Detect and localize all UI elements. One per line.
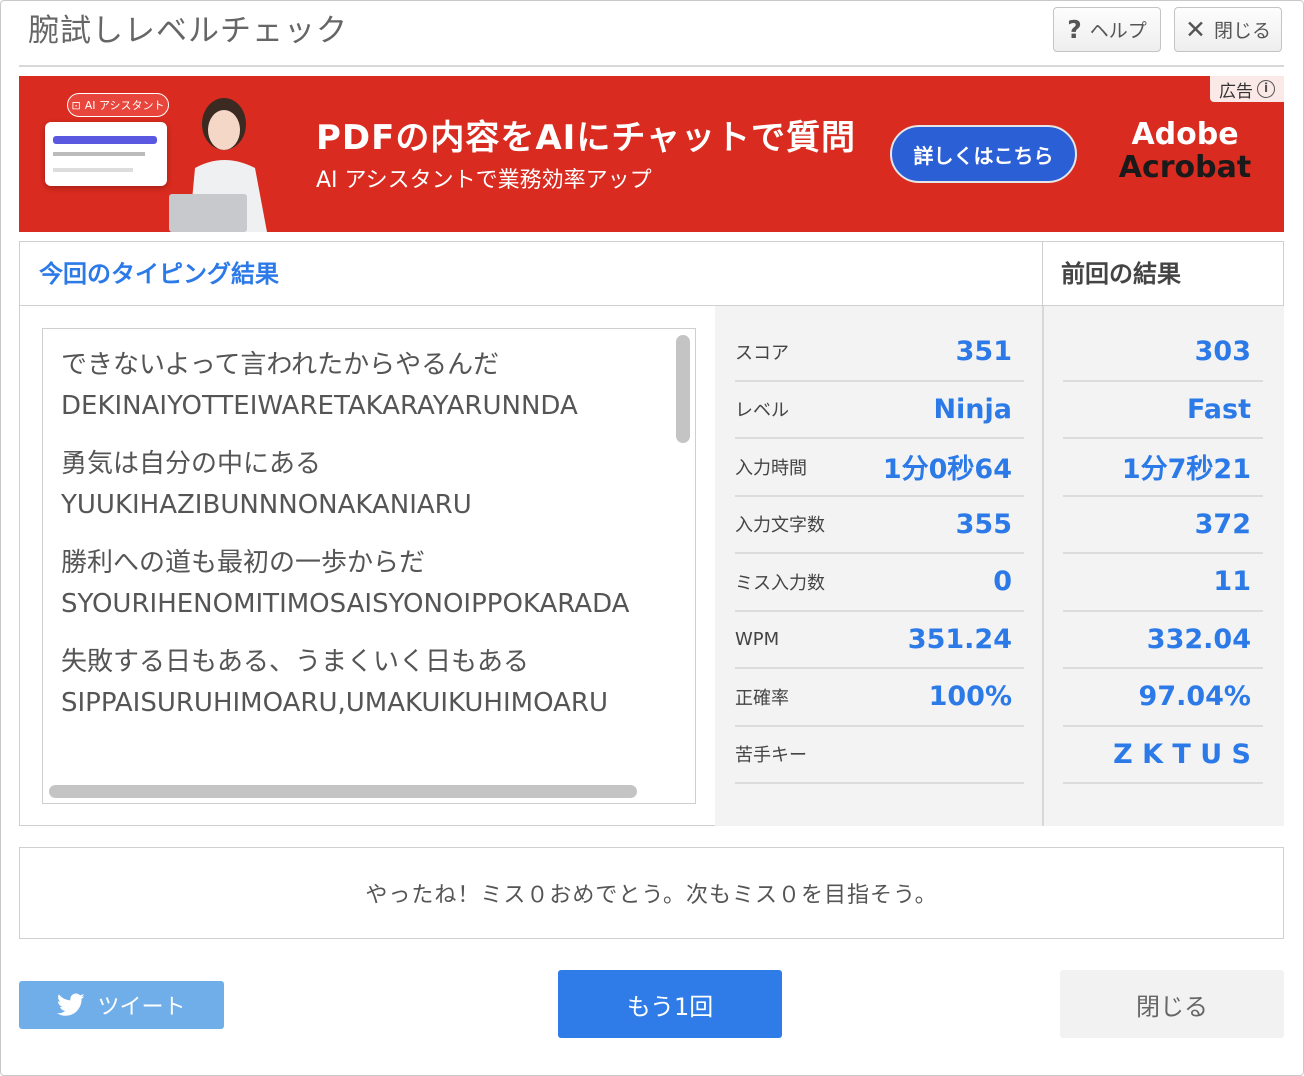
results-panel: 今回のタイピング結果 前回の結果 できないよって言われたからやるんだ DEKINA… (19, 241, 1284, 826)
help-label: ヘルプ (1089, 20, 1147, 42)
stat-row: スコア 351 (735, 324, 1024, 382)
ad-subline: AI アシスタントで業務効率アップ (316, 168, 652, 193)
ai-assistant-icon: ⊡ (71, 98, 81, 112)
log-content: できないよって言われたからやるんだ DEKINAIYOTTEIWARETAKARA… (61, 345, 671, 741)
log-entry: 勇気は自分の中にある YUUKIHAZIBUNNNONAKANIARU (61, 444, 671, 526)
stat-label: スコア (735, 342, 789, 364)
stat-previous-value: 332.04 (1146, 623, 1251, 655)
previous-stat-row: 11 (1063, 554, 1263, 612)
tweet-button[interactable]: ツイート (19, 981, 224, 1029)
typed-text-log[interactable]: できないよって言われたからやるんだ DEKINAIYOTTEIWARETAKARA… (42, 328, 696, 804)
twitter-bird-icon (57, 993, 86, 1016)
previous-result-heading: 前回の結果 (1043, 242, 1283, 306)
stat-label: レベル (735, 400, 789, 422)
help-button[interactable]: ? ヘルプ (1053, 7, 1161, 52)
stat-row: WPM 351.24 (735, 612, 1024, 669)
log-entry-romaji: SIPPAISURUHIMOARU,UMAKUIKUHIMOARU (61, 688, 608, 718)
footer-close-button[interactable]: 閉じる (1060, 970, 1284, 1038)
previous-stat-row: Z K T U S (1063, 727, 1263, 784)
stat-row: ミス入力数 0 (735, 554, 1024, 612)
stat-row: レベル Ninja (735, 382, 1024, 439)
stat-label: 入力文字数 (735, 515, 825, 537)
log-entry-japanese: 勝利への道も最初の一歩からだ (61, 548, 426, 578)
stat-label: ミス入力数 (735, 572, 825, 594)
stat-label: 入力時間 (735, 457, 807, 479)
previous-stats-table: 303 Fast 1分7秒21 372 11 332.04 97.04% Z K T U S (1063, 324, 1263, 784)
stat-current-value: 351.24 (907, 623, 1012, 655)
stat-row: 入力文字数 355 (735, 497, 1024, 554)
log-entry-romaji: SYOURIHENOMITIMOSAISYONOIPPOKARADA (61, 589, 630, 619)
previous-stat-row: Fast (1063, 382, 1263, 439)
ad-headline: PDFの内容をAIにチャットで質問 (316, 118, 856, 158)
stat-current-value: Ninja (933, 393, 1012, 425)
dialog-title: 腕試しレベルチェック (28, 13, 348, 49)
stat-row: 入力時間 1分0秒64 (735, 439, 1024, 497)
log-entry-japanese: 勇気は自分の中にある (61, 449, 322, 479)
stat-previous-value: 11 (1213, 566, 1251, 598)
stat-row: 苦手キー (735, 727, 1024, 784)
question-icon: ? (1067, 15, 1082, 44)
stat-label: 苦手キー (735, 745, 807, 767)
log-entry: 失敗する日もある、うまくいく日もある SIPPAISURUHIMOARU,UMAK… (61, 642, 671, 724)
current-result-heading: 今回のタイピング結果 (20, 242, 1043, 306)
stat-previous-value: Fast (1186, 393, 1251, 425)
stat-previous-value: Z K T U S (1113, 738, 1251, 770)
previous-stat-row: 97.04% (1063, 669, 1263, 727)
ad-cta-button[interactable]: 詳しくはこちら (890, 125, 1077, 183)
result-message: やったね！ミス０おめでとう。次もミス０を目指そう。 (19, 847, 1284, 939)
ad-banner[interactable]: ⊡ AI アシスタント PDFの内容をAIにチャットで質問 AI アシスタントで… (19, 76, 1284, 232)
stat-previous-value: 372 (1194, 508, 1251, 540)
header-close-label: 閉じる (1213, 20, 1271, 42)
log-entry-romaji: DEKINAIYOTTEIWARETAKARAYARUNNDA (61, 391, 578, 421)
stat-current-value: 355 (955, 508, 1012, 540)
ad-label[interactable]: 広告 i (1210, 76, 1284, 102)
previous-stat-row: 372 (1063, 497, 1263, 554)
header-divider (19, 65, 1284, 67)
stat-current-value: 100% (928, 681, 1012, 713)
log-entry: できないよって言われたからやるんだ DEKINAIYOTTEIWARETAKARA… (61, 345, 671, 427)
stat-row: 正確率 100% (735, 669, 1024, 727)
previous-stat-row: 332.04 (1063, 612, 1263, 669)
stat-previous-value: 97.04% (1138, 681, 1251, 713)
adobe-acrobat-logo: Adobe Acrobat (1118, 117, 1252, 185)
stat-previous-value: 1分7秒21 (1121, 454, 1251, 486)
stats-divider (1042, 306, 1044, 826)
vertical-scrollbar[interactable] (676, 335, 690, 443)
log-entry-japanese: できないよって言われたからやるんだ (61, 350, 500, 380)
retry-button[interactable]: もう1回 (558, 970, 782, 1038)
info-icon: i (1257, 80, 1275, 98)
woman-with-laptop-illustration (169, 98, 267, 232)
stat-label: WPM (735, 628, 780, 650)
stat-previous-value: 303 (1194, 336, 1251, 368)
log-entry: 勝利への道も最初の一歩からだ SYOURIHENOMITIMOSAISYONOIP… (61, 543, 671, 625)
log-entry-romaji: YUUKIHAZIBUNNNONAKANIARU (61, 490, 472, 520)
ad-chat-card (45, 122, 167, 186)
previous-stat-row: 303 (1063, 324, 1263, 382)
header-close-button[interactable]: ✕ 閉じる (1174, 7, 1282, 52)
previous-stat-row: 1分7秒21 (1063, 439, 1263, 497)
current-stats-table: スコア 351 レベル Ninja 入力時間 1分0秒64 入力文字数 355 ミス入力数 0 WP… (735, 324, 1024, 784)
close-icon: ✕ (1185, 15, 1206, 44)
horizontal-scrollbar[interactable] (49, 785, 637, 798)
log-entry-japanese: 失敗する日もある、うまくいく日もある (61, 647, 530, 677)
ad-assistant-pill: ⊡ AI アシスタント (67, 93, 169, 117)
stat-current-value: 0 (993, 566, 1012, 598)
stat-current-value: 351 (955, 336, 1012, 368)
tweet-label: ツイート (97, 995, 186, 1020)
stat-label: 正確率 (735, 687, 789, 709)
stat-current-value: 1分0秒64 (882, 454, 1012, 486)
